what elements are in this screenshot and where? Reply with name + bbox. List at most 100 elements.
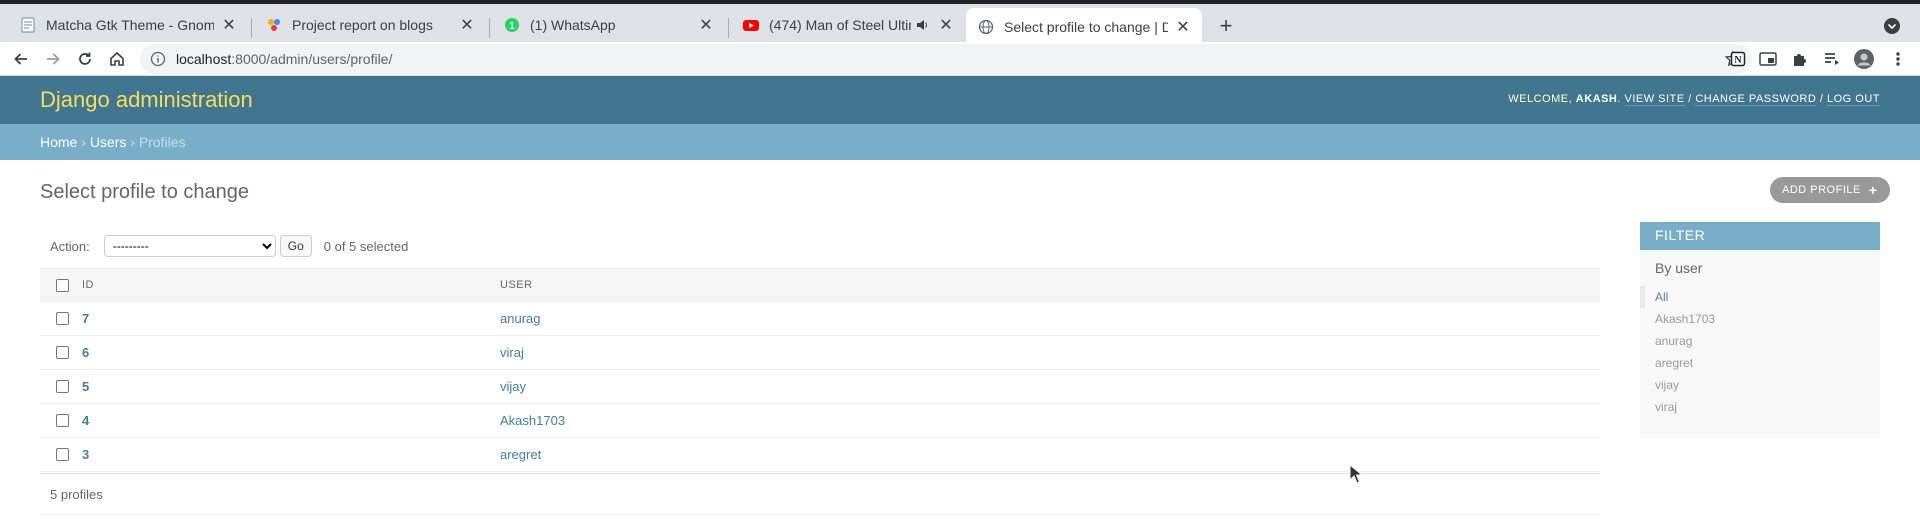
tab-matcha[interactable]: Matcha Gtk Theme - Gnome-l ✕ — [8, 8, 248, 42]
row-user-link[interactable]: aregret — [500, 447, 541, 462]
column-header-user[interactable]: User — [500, 279, 1600, 291]
reload-button[interactable] — [72, 46, 98, 72]
row-checkbox[interactable] — [55, 346, 69, 359]
table-row: 6 viraj — [40, 336, 1600, 370]
table-row: 3 aregret — [40, 438, 1600, 472]
table-row: 7 anurag — [40, 302, 1600, 336]
admin-header: Django administration Welcome, Akash. Vi… — [0, 76, 1920, 124]
row-id-link[interactable]: 3 — [82, 447, 89, 462]
table-row: 4 Akash1703 — [40, 404, 1600, 438]
url-text: localhost:8000/admin/users/profile/ — [176, 51, 393, 67]
filter-title: Filter — [1640, 222, 1880, 250]
results-table: ID User 7 anurag 6 viraj 5 vijay 4 Akash… — [40, 268, 1600, 515]
row-id-link[interactable]: 7 — [82, 311, 89, 326]
tab-django-admin[interactable]: Select profile to change | Dja ✕ — [966, 8, 1202, 46]
username: Akash — [1575, 93, 1618, 105]
select-all-checkbox[interactable] — [55, 278, 69, 292]
row-checkbox[interactable] — [55, 448, 69, 461]
row-checkbox[interactable] — [55, 380, 69, 393]
reload-icon — [79, 52, 91, 65]
filter-item-all[interactable]: All — [1640, 286, 1880, 308]
address-bar[interactable]: localhost:8000/admin/users/profile/ — [140, 44, 1752, 74]
view-site-link[interactable]: View site — [1624, 93, 1685, 106]
new-tab-button[interactable]: + — [1212, 12, 1240, 40]
tab-title: Select profile to change | Dja — [1004, 19, 1168, 35]
go-button[interactable]: Go — [279, 235, 312, 257]
filter-item-akash1703[interactable]: Akash1703 — [1640, 308, 1880, 330]
row-user-link[interactable]: viraj — [500, 345, 524, 360]
selection-counter: 0 of 5 selected — [323, 238, 409, 254]
user-tools: Welcome, Akash. View site / Change passw… — [1508, 93, 1880, 106]
tab-title: (1) WhatsApp — [530, 17, 616, 33]
tab-title: Matcha Gtk Theme - Gnome-l — [46, 17, 214, 33]
home-icon — [110, 51, 124, 66]
picture-in-picture-icon[interactable] — [1758, 49, 1778, 69]
tab-search-button[interactable] — [1880, 14, 1904, 38]
chevron-down-icon — [1884, 18, 1900, 34]
breadcrumb-home[interactable]: Home — [40, 134, 77, 150]
filter-list: All Akash1703 anurag aregret vijay viraj — [1640, 286, 1880, 418]
action-select[interactable]: --------- — [103, 235, 276, 257]
svg-text:1: 1 — [509, 21, 515, 32]
google-docs-icon — [266, 17, 282, 33]
close-icon[interactable]: ✕ — [458, 16, 476, 34]
arrow-left-icon — [14, 53, 27, 65]
close-icon[interactable]: ✕ — [220, 16, 238, 34]
back-button[interactable] — [8, 46, 34, 72]
forward-button[interactable] — [40, 46, 66, 72]
browser-toolbar: localhost:8000/admin/users/profile/ N — [0, 42, 1920, 76]
avatar[interactable] — [1854, 49, 1874, 69]
close-icon[interactable]: ✕ — [937, 16, 955, 34]
close-icon[interactable]: ✕ — [1174, 18, 1192, 36]
browser-menu-icon[interactable] — [1888, 49, 1908, 69]
home-button[interactable] — [104, 46, 130, 72]
arrow-right-icon — [47, 53, 60, 65]
actions-bar: Action: --------- Go 0 of 5 selected — [40, 226, 1600, 266]
filter-item-anurag[interactable]: anurag — [1640, 330, 1880, 352]
table-header: ID User — [40, 268, 1600, 302]
tab-title: (474) Man of Steel Ultimat — [769, 17, 911, 33]
paginator: 5 profiles — [40, 473, 1600, 515]
svg-text:N: N — [1734, 55, 1742, 66]
plus-icon: + — [1868, 182, 1878, 198]
document-icon — [20, 17, 36, 33]
action-label: Action: — [50, 238, 90, 254]
row-id-link[interactable]: 6 — [82, 345, 89, 360]
row-id-link[interactable]: 4 — [82, 413, 89, 428]
tab-title: Project report on blogs — [292, 17, 433, 33]
row-checkbox[interactable] — [55, 312, 69, 325]
speaker-icon[interactable] — [913, 16, 931, 34]
log-out-link[interactable]: Log out — [1826, 93, 1880, 106]
welcome-text: Welcome, — [1508, 93, 1573, 105]
globe-icon — [978, 19, 994, 35]
tab-youtube[interactable]: (474) Man of Steel Ultimat ✕ — [731, 8, 965, 42]
tab-project-report[interactable]: Project report on blogs ✕ — [254, 8, 486, 42]
change-password-link[interactable]: Change password — [1695, 93, 1817, 106]
info-icon[interactable] — [150, 51, 166, 67]
filter-item-viraj[interactable]: viraj — [1640, 396, 1880, 418]
row-id-link[interactable]: 5 — [82, 379, 89, 394]
site-branding[interactable]: Django administration — [40, 87, 253, 113]
row-user-link[interactable]: Akash1703 — [500, 413, 565, 428]
notion-extension-icon[interactable]: N — [1728, 49, 1748, 69]
column-header-id[interactable]: ID — [82, 279, 500, 291]
filter-by-user-heading: By user — [1655, 260, 1703, 276]
close-icon[interactable]: ✕ — [697, 16, 715, 34]
row-user-link[interactable]: vijay — [500, 379, 526, 394]
filter-item-aregret[interactable]: aregret — [1640, 352, 1880, 374]
add-profile-button[interactable]: Add profile + — [1770, 177, 1890, 203]
breadcrumb-users[interactable]: Users — [90, 134, 127, 150]
page-title: Select profile to change — [40, 181, 250, 203]
media-queue-icon[interactable] — [1822, 49, 1842, 69]
youtube-icon — [743, 17, 759, 33]
breadcrumb: Home › Users › Profiles — [0, 124, 1920, 160]
filter-item-vijay[interactable]: vijay — [1640, 374, 1880, 396]
tab-whatsapp[interactable]: 1 (1) WhatsApp ✕ — [492, 8, 725, 42]
table-row: 5 vijay — [40, 370, 1600, 404]
filter-panel: Filter By user All Akash1703 anurag areg… — [1640, 222, 1880, 438]
browser-tab-bar: Matcha Gtk Theme - Gnome-l ✕ Project rep… — [0, 0, 1920, 46]
row-checkbox[interactable] — [55, 414, 69, 427]
extensions-puzzle-icon[interactable] — [1790, 49, 1810, 69]
breadcrumb-current: Profiles — [138, 134, 186, 150]
row-user-link[interactable]: anurag — [500, 311, 540, 326]
